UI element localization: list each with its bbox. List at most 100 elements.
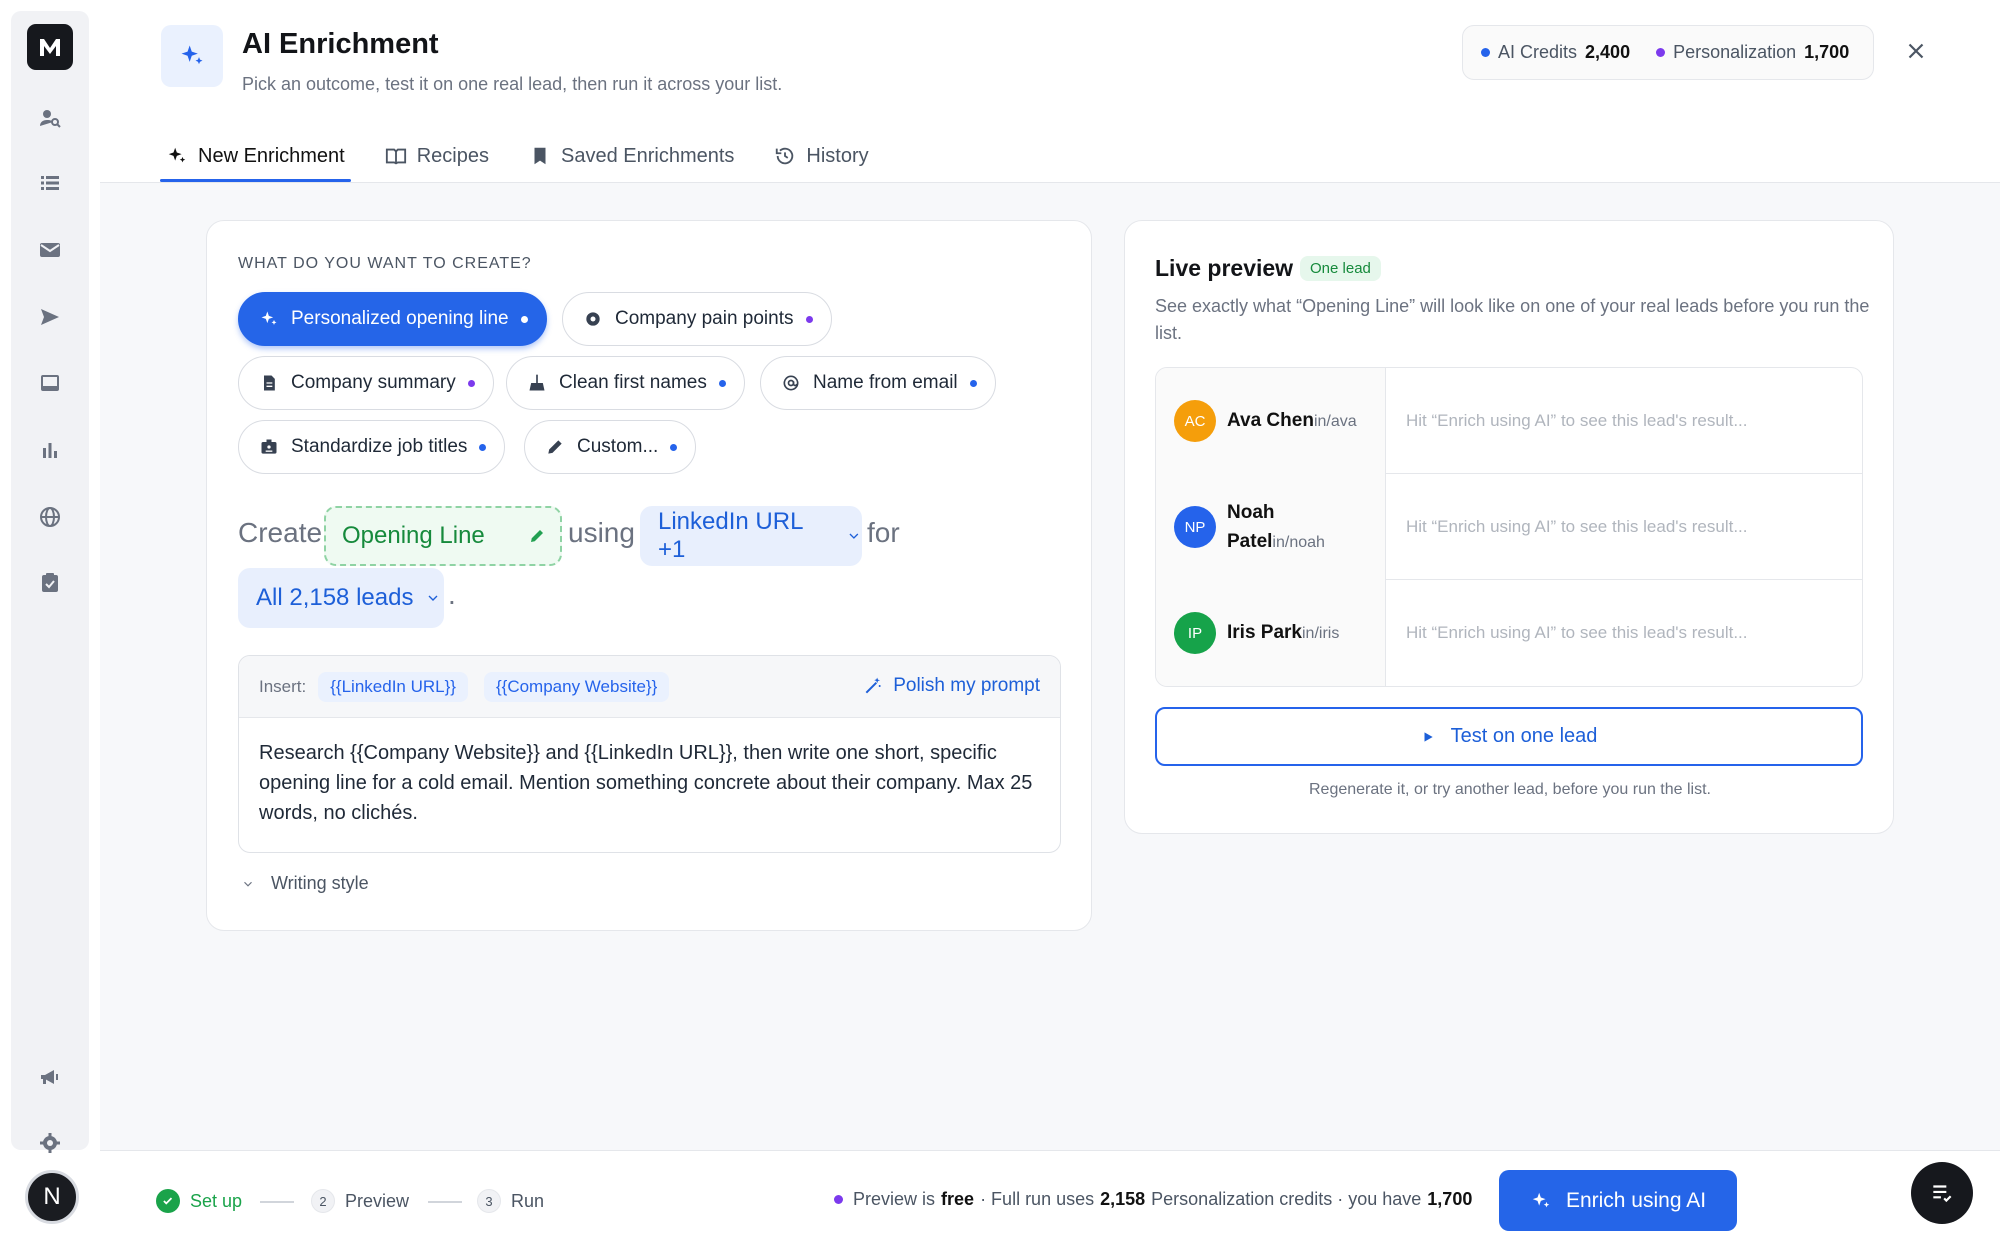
broom-icon xyxy=(529,374,545,391)
chevron-down-icon xyxy=(244,881,252,887)
lead-row[interactable]: NP Noah Patelin/noah Hit “Enrich using AI… xyxy=(1156,474,1862,580)
step-divider xyxy=(260,1201,294,1203)
chip-standardize-job-titles[interactable]: Standardize job titles xyxy=(238,420,506,474)
create-card: WHAT DO YOU WANT TO CREATE? Personalized… xyxy=(206,220,1092,931)
for-word: for xyxy=(867,517,900,548)
lead-row[interactable]: AC Ava Chenin/ava Hit “Enrich using AI” … xyxy=(1156,368,1862,474)
live-preview-card: Live preview One lead See exactly what “… xyxy=(1124,220,1894,834)
prompt-textarea[interactable]: Research {{Company Website}} and {{Linke… xyxy=(239,718,1060,848)
close-icon[interactable] xyxy=(1903,38,1929,64)
checklist-icon xyxy=(1933,1185,1952,1203)
sparkles-icon xyxy=(168,147,186,163)
bar-chart-icon[interactable] xyxy=(36,436,64,464)
chip-name-from-email[interactable]: Name from email xyxy=(760,356,996,410)
step-divider xyxy=(428,1201,462,1203)
live-preview-title: Live preview xyxy=(1155,255,1294,281)
personalization-dot xyxy=(1656,48,1666,57)
inbox-icon[interactable] xyxy=(36,369,64,397)
m-logo-icon xyxy=(40,39,60,56)
chip-company-pain-points[interactable]: Company pain points xyxy=(562,292,832,346)
tab-bar: New Enrichment Recipes Saved Enrichments… xyxy=(160,130,903,182)
magic-wand-icon xyxy=(865,677,881,694)
input-field-dropdown[interactable]: LinkedIn URL +1 xyxy=(640,506,862,566)
list-icon[interactable] xyxy=(36,169,64,197)
chip-dot xyxy=(969,379,977,387)
test-on-one-lead-button[interactable]: Test on one lead xyxy=(1155,707,1863,766)
credits-panel: AI Credits 2,400 Personalization 1,700 xyxy=(1462,25,1874,80)
chevron-down-icon xyxy=(428,595,438,601)
globe-icon[interactable] xyxy=(36,503,64,531)
book-icon xyxy=(385,148,406,165)
tab-new-enrichment[interactable]: New Enrichment xyxy=(160,130,351,182)
chevron-down-icon xyxy=(849,533,859,539)
bookmark-icon xyxy=(534,147,546,165)
insert-label: Insert: xyxy=(259,676,307,696)
avatar: AC xyxy=(1174,400,1216,442)
using-word: using xyxy=(568,517,635,548)
step-setup: Set up xyxy=(156,1189,242,1213)
prompt-editor: Insert: {{LinkedIn URL}} {{Company Websi… xyxy=(238,655,1061,853)
prompt-toolbar: Insert: {{LinkedIn URL}} {{Company Websi… xyxy=(239,656,1060,718)
chip-dot xyxy=(805,315,813,323)
lead-result: Hit “Enrich using AI” to see this lead's… xyxy=(1406,410,1748,430)
sparkles-icon xyxy=(261,311,277,325)
app-logo[interactable] xyxy=(27,24,73,70)
checklist-fab[interactable] xyxy=(1911,1162,1973,1224)
chip-clean-first-names[interactable]: Clean first names xyxy=(506,356,745,410)
sentence-period: . xyxy=(448,579,456,610)
personalization-label: Personalization xyxy=(1673,42,1797,62)
lead-name: Iris Parkin/iris xyxy=(1227,622,1340,643)
sidebar xyxy=(11,11,89,1153)
history-icon xyxy=(776,147,794,165)
megaphone-icon[interactable] xyxy=(36,1063,64,1091)
var-linkedin-url[interactable]: {{LinkedIn URL}} xyxy=(318,671,468,702)
badge-icon xyxy=(261,439,277,454)
page-title: AI Enrichment xyxy=(242,28,439,60)
enrich-using-ai-button[interactable]: Enrich using AI xyxy=(1499,1170,1737,1231)
tab-recipes[interactable]: Recipes xyxy=(379,130,495,182)
lead-row[interactable]: IP Iris Parkin/iris Hit “Enrich using AI… xyxy=(1156,580,1862,686)
target-icon xyxy=(586,312,600,326)
tab-saved-enrichments[interactable]: Saved Enrichments xyxy=(523,130,740,182)
chip-dot xyxy=(467,379,475,387)
avatar: IP xyxy=(1174,612,1216,654)
chip-dot xyxy=(670,443,678,451)
send-icon[interactable] xyxy=(36,303,64,331)
chip-personalized-opening-line[interactable]: Personalized opening line xyxy=(238,292,547,346)
mail-icon[interactable] xyxy=(36,236,64,264)
lead-result: Hit “Enrich using AI” to see this lead's… xyxy=(1406,516,1748,536)
chip-dot xyxy=(479,443,487,451)
sparkles-icon xyxy=(161,25,223,87)
play-icon xyxy=(1424,731,1433,742)
footer-bar: Set up 2 Preview 3 Run Preview is free ·… xyxy=(100,1150,2000,1250)
avatar: NP xyxy=(1174,506,1216,548)
section-label: WHAT DO YOU WANT TO CREATE? xyxy=(238,255,532,272)
sparkles-icon xyxy=(1532,1192,1550,1207)
check-icon xyxy=(156,1189,180,1213)
tab-history[interactable]: History xyxy=(768,130,874,182)
gear-icon[interactable] xyxy=(36,1129,64,1157)
people-search-icon[interactable] xyxy=(36,104,64,132)
page-subtitle: Pick an outcome, test it on one real lea… xyxy=(242,74,783,94)
writing-style-toggle[interactable]: Writing style xyxy=(241,873,369,894)
chip-dot xyxy=(520,315,528,323)
lead-name: Noah Patelin/noah xyxy=(1227,502,1325,552)
clipboard-check-icon[interactable] xyxy=(36,569,64,597)
preview-footnote: Regenerate it, or try another lead, befo… xyxy=(1308,781,1711,798)
chip-custom[interactable]: Custom... xyxy=(524,420,697,474)
personalization-dot xyxy=(834,1195,843,1204)
chip-company-summary[interactable]: Company summary xyxy=(238,356,494,410)
scope-dropdown[interactable]: All 2,158 leads xyxy=(238,568,444,628)
pencil-icon xyxy=(531,530,543,542)
lead-result: Hit “Enrich using AI” to see this lead's… xyxy=(1406,623,1748,642)
chip-dot xyxy=(718,379,726,387)
credit-usage-info: Preview is free · Full run uses 2,158 Pe… xyxy=(834,1189,1472,1210)
ai-credits-label: AI Credits xyxy=(1498,42,1578,62)
one-lead-badge: One lead xyxy=(1300,256,1381,281)
polish-prompt-button[interactable]: Polish my prompt xyxy=(863,675,1040,697)
ai-credits-value: 2,400 xyxy=(1585,42,1631,62)
user-avatar[interactable]: N xyxy=(25,1170,79,1224)
step-preview: 2 Preview xyxy=(311,1189,409,1213)
output-field-pill[interactable]: Opening Line xyxy=(324,506,562,566)
var-company-website[interactable]: {{Company Website}} xyxy=(483,671,670,702)
